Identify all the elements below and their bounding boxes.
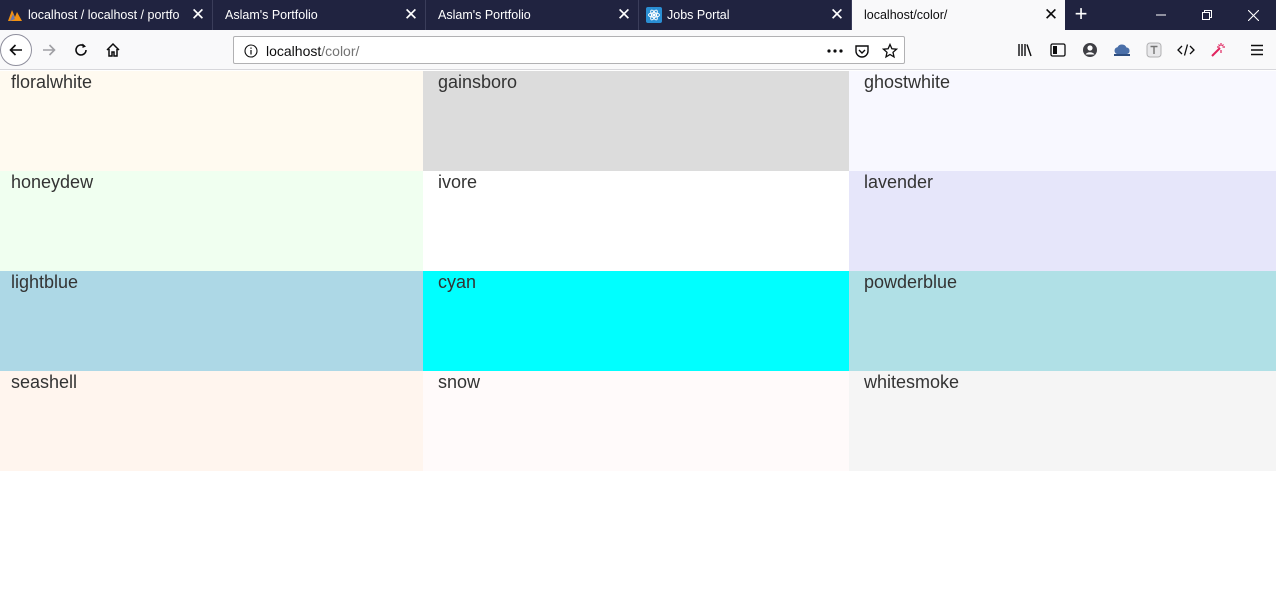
close-tab-icon[interactable]: ✕ [397, 0, 425, 30]
url-text[interactable]: localhost/color/ [266, 43, 359, 59]
tab-title: localhost/color/ [864, 8, 948, 22]
swatch-powderblue: powderblue [849, 271, 1276, 371]
swatch-whitesmoke: whitesmoke [849, 371, 1276, 471]
swatch-lightblue: lightblue [0, 271, 423, 371]
url-bar[interactable]: localhost/color/ [233, 36, 905, 64]
swatch-label: snow [438, 372, 481, 392]
text-icon [1146, 42, 1162, 58]
swatch-cyan: cyan [423, 271, 849, 371]
text-extension-button[interactable] [1138, 34, 1170, 66]
close-tab-icon[interactable]: ✕ [184, 0, 212, 30]
forward-button[interactable] [33, 34, 65, 66]
new-tab-button[interactable]: + [1065, 0, 1097, 30]
account-icon [1083, 43, 1097, 57]
swatch-label: powderblue [864, 272, 958, 292]
sidebar-icon [1050, 43, 1066, 57]
swatch-floralwhite: floralwhite [0, 71, 423, 171]
cloud-icon [1114, 44, 1130, 56]
swatch-honeydew: honeydew [0, 171, 423, 271]
swatch-label: cyan [438, 272, 477, 292]
minimize-button[interactable] [1138, 0, 1184, 30]
window-controls [1138, 0, 1276, 30]
close-tab-icon[interactable]: ✕ [610, 0, 638, 30]
magic-wand-icon [1211, 43, 1225, 57]
swatch-label: gainsboro [438, 72, 518, 92]
magic-wand-extension-button[interactable] [1202, 34, 1234, 66]
account-button[interactable] [1074, 34, 1106, 66]
url-host: localhost [266, 43, 322, 59]
swatch-label: ivore [438, 172, 478, 192]
url-path: /color/ [321, 43, 360, 59]
tab-strip: localhost / localhost / portfo ✕ Aslam's… [0, 0, 1276, 30]
tab-aslams-portfolio-1[interactable]: Aslam's Portfolio ✕ [213, 0, 426, 30]
close-window-button[interactable] [1230, 0, 1276, 30]
swatch-label: lavender [864, 172, 934, 192]
tab-title: localhost / localhost / portfo [28, 8, 180, 22]
tab-title: Aslam's Portfolio [225, 8, 318, 22]
code-icon [1177, 44, 1195, 56]
tab-title: Aslam's Portfolio [438, 8, 531, 22]
phpmyadmin-icon [7, 7, 23, 23]
swatch-ivore: ivore [423, 171, 849, 271]
menu-button[interactable] [1241, 34, 1273, 66]
home-button[interactable] [97, 34, 129, 66]
swatch-label: floralwhite [11, 72, 93, 92]
swatch-label: honeydew [11, 172, 94, 192]
tab-title: Jobs Portal [667, 8, 730, 22]
bookmark-star-icon[interactable] [879, 40, 901, 62]
close-tab-icon[interactable]: ✕ [823, 0, 851, 30]
tab-phpmyadmin[interactable]: localhost / localhost / portfo ✕ [0, 0, 213, 30]
swatch-seashell: seashell [0, 371, 423, 471]
sidebar-button[interactable] [1042, 34, 1074, 66]
swatch-gainsboro: gainsboro [423, 71, 849, 171]
swatch-snow: snow [423, 371, 849, 471]
developer-tools-button[interactable] [1170, 34, 1202, 66]
navigation-toolbar: localhost/color/ [0, 30, 1276, 70]
library-button[interactable] [1010, 34, 1042, 66]
pocket-icon[interactable] [851, 40, 873, 62]
cloud-extension-button[interactable] [1106, 34, 1138, 66]
swatch-label: whitesmoke [864, 372, 960, 392]
back-button[interactable] [0, 34, 32, 66]
tab-localhost-color[interactable]: localhost/color/ ✕ [852, 0, 1065, 30]
swatch-ghostwhite: ghostwhite [849, 71, 1276, 171]
page-actions-icon[interactable] [824, 40, 846, 62]
swatch-label: lightblue [11, 272, 79, 292]
library-icon [1018, 44, 1032, 57]
close-tab-icon[interactable]: ✕ [1037, 0, 1065, 30]
hamburger-icon [1251, 44, 1263, 56]
back-arrow-icon [9, 44, 22, 56]
color-grid: floralwhite gainsboro ghostwhite honeyde… [0, 71, 1276, 471]
site-info-icon[interactable] [240, 40, 262, 62]
swatch-label: seashell [11, 372, 78, 392]
reload-icon [75, 43, 87, 56]
swatch-label: ghostwhite [864, 72, 951, 92]
tab-aslams-portfolio-2[interactable]: Aslam's Portfolio ✕ [426, 0, 639, 30]
tab-jobs-portal[interactable]: Jobs Portal ✕ [639, 0, 852, 30]
forward-arrow-icon [43, 44, 56, 56]
restore-button[interactable] [1184, 0, 1230, 30]
react-icon [646, 7, 662, 23]
reload-button[interactable] [65, 34, 97, 66]
home-icon [106, 42, 120, 57]
swatch-lavender: lavender [849, 171, 1276, 271]
